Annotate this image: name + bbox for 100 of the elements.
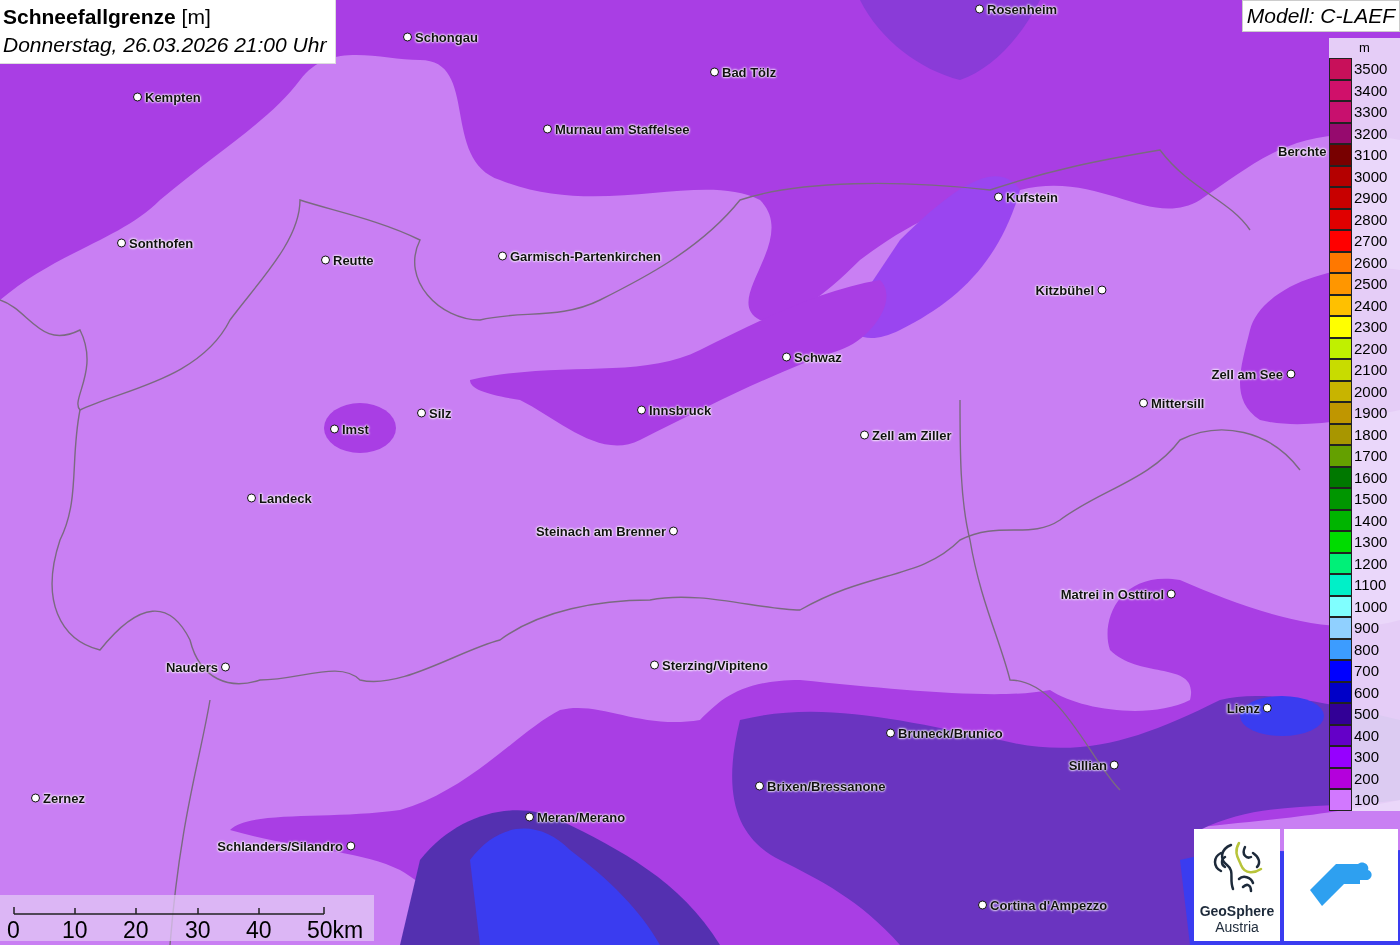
legend-value: 2200 — [1353, 339, 1388, 357]
scale-label: 20 — [123, 917, 149, 944]
city-marker-icon — [860, 430, 869, 440]
city-label: Schlanders/Silandro — [217, 838, 343, 854]
logo-text: GeoSphere — [1199, 903, 1275, 919]
legend-value: 3500 — [1353, 60, 1388, 78]
city-label: Garmisch-Partenkirchen — [510, 248, 661, 264]
city-label: Nauders — [165, 659, 218, 675]
legend-value: 1400 — [1353, 511, 1388, 529]
legend-value: 2000 — [1353, 382, 1388, 400]
legend-value: 1600 — [1353, 468, 1388, 486]
legend-value: 2500 — [1353, 275, 1388, 293]
city-marker-icon — [417, 408, 426, 418]
city-marker-icon — [1110, 760, 1119, 770]
city-label: Murnau am Staffelsee — [555, 121, 690, 137]
legend-value: 800 — [1353, 640, 1380, 658]
legend-value: 1700 — [1353, 447, 1388, 465]
city-marker-icon — [669, 526, 678, 536]
legend-value: 1800 — [1353, 425, 1388, 443]
city-marker-icon — [221, 662, 230, 672]
city-marker-icon — [975, 4, 984, 14]
city-label: Kitzbühel — [1035, 282, 1094, 298]
city-label: Silz — [429, 405, 452, 421]
legend-value: 3300 — [1353, 103, 1388, 121]
scale-label: 30 — [185, 917, 211, 944]
city-label: Sillian — [1068, 757, 1107, 773]
legend-value: 3100 — [1353, 146, 1388, 164]
legend-value: 600 — [1353, 683, 1380, 701]
scale-label: 40 — [246, 917, 272, 944]
city-marker-icon — [117, 238, 126, 248]
legend-value: 3400 — [1353, 81, 1388, 99]
city-label: Schwaz — [794, 349, 842, 365]
city-marker-icon — [710, 67, 719, 77]
city-marker-icon — [1167, 589, 1176, 599]
legend-value: 100 — [1353, 791, 1380, 809]
legend-value: 1100 — [1353, 576, 1387, 594]
city-label: Bruneck/Brunico — [898, 725, 1003, 741]
legend-value: 2900 — [1353, 189, 1388, 207]
city-label: Reutte — [333, 252, 374, 268]
city-marker-icon — [994, 192, 1003, 202]
city-marker-icon — [755, 781, 764, 791]
city-label: Matrei in Osttirol — [1060, 586, 1164, 602]
city-marker-icon — [346, 841, 355, 851]
city-label: Zell am Ziller — [872, 427, 952, 443]
city-label: Landeck — [259, 490, 312, 506]
legend-value: 2400 — [1353, 296, 1388, 314]
city-label: Kufstein — [1006, 189, 1058, 205]
city-label: Rosenheim — [987, 1, 1058, 17]
legend-value: 900 — [1353, 619, 1380, 637]
legend-value: 3200 — [1353, 124, 1388, 142]
legend-value: 1500 — [1353, 490, 1388, 508]
city-marker-icon — [403, 32, 412, 42]
legend-value: 500 — [1353, 705, 1380, 723]
map-title: Schneefallgrenze [m] — [3, 4, 212, 30]
city-label: Brixen/Bressanone — [767, 778, 886, 794]
city-label: Lienz — [1226, 700, 1260, 716]
city-label: Meran/Merano — [537, 809, 626, 825]
logo-subtext: Austria — [1215, 919, 1259, 935]
city-marker-icon — [1097, 285, 1106, 295]
city-label: Kempten — [145, 89, 201, 105]
city-marker-icon — [31, 793, 40, 803]
city-label: Innsbruck — [649, 402, 712, 418]
legend-value: 2700 — [1353, 232, 1388, 250]
legend-value: 700 — [1353, 662, 1380, 680]
scale-label: 50km — [307, 917, 364, 944]
city-marker-icon — [133, 92, 142, 102]
legend-value: 3000 — [1353, 167, 1388, 185]
legend-value: 1300 — [1353, 533, 1388, 551]
city-marker-icon — [1286, 369, 1295, 379]
city-marker-icon — [1139, 398, 1148, 408]
model-label: Modell: C-LAEF — [1241, 0, 1400, 32]
city-label: Sonthofen — [129, 235, 194, 251]
legend-value: 2600 — [1353, 253, 1388, 271]
city-label: Zernez — [43, 790, 85, 806]
city-marker-icon — [498, 251, 507, 261]
legend-unit: m — [1358, 39, 1371, 57]
legend-value: 300 — [1353, 748, 1380, 766]
city-label: Bad Tölz — [722, 64, 777, 80]
city-marker-icon — [247, 493, 256, 503]
city-label: Steinach am Brenner — [535, 523, 666, 539]
city-marker-icon — [886, 728, 895, 738]
legend-value: 1000 — [1353, 597, 1388, 615]
city-label: Imst — [342, 421, 369, 437]
city-marker-icon — [650, 660, 659, 670]
legend-value: 2100 — [1353, 361, 1388, 379]
legend-value: 1900 — [1353, 404, 1388, 422]
forecast-datetime: Donnerstag, 26.03.2026 21:00 Uhr — [3, 32, 327, 58]
city-marker-icon — [543, 124, 552, 134]
roof-cloud-icon — [1308, 862, 1374, 908]
city-marker-icon — [321, 255, 330, 265]
scale-label: 10 — [62, 917, 88, 944]
city-label: Berchte — [1278, 144, 1327, 159]
city-marker-icon — [330, 424, 339, 434]
city-label: Sterzing/Vipiteno — [662, 657, 768, 673]
city-marker-icon — [525, 812, 534, 822]
city-marker-icon — [978, 900, 987, 910]
city-marker-icon — [1263, 703, 1272, 713]
scale-label: 0 — [7, 917, 20, 944]
legend-value: 1200 — [1353, 554, 1388, 572]
city-label: Schongau — [415, 29, 478, 45]
